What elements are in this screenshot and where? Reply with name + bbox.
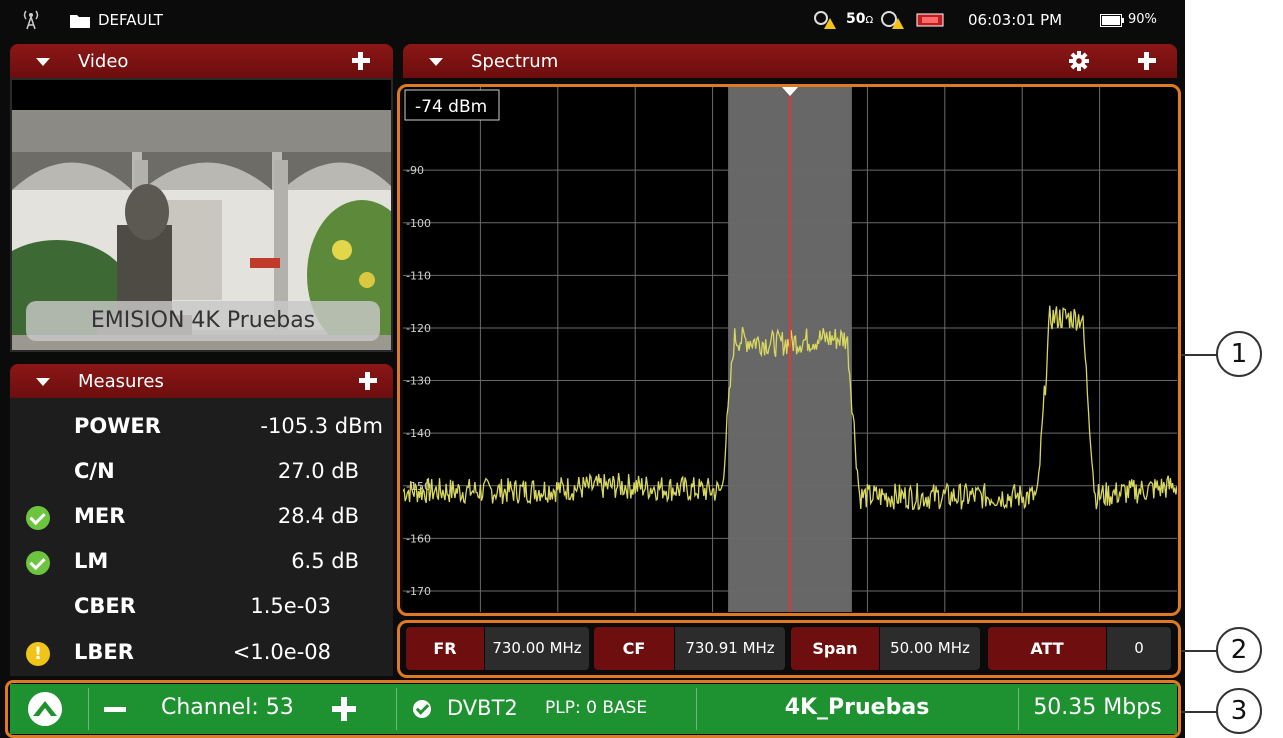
callout-2: 2 xyxy=(1216,627,1262,673)
channel-up-button[interactable] xyxy=(332,697,356,721)
standard-label: DVBT2 xyxy=(447,696,518,720)
measure-row-cn: C/N 27.0 dB xyxy=(10,449,393,493)
measure-value: 28.4 dB xyxy=(277,504,359,528)
measure-row-mer: MER 28.4 dB xyxy=(10,494,393,538)
service-name[interactable]: 4K_Pruebas xyxy=(696,695,1018,720)
measure-value: 1.5e-03 xyxy=(250,594,331,618)
battery-icon xyxy=(1100,14,1124,27)
param-value-span[interactable]: 50.00 MHz xyxy=(880,627,980,670)
lnb-warning-icon xyxy=(881,11,904,29)
measures-panel-header[interactable]: Measures xyxy=(10,364,393,398)
param-label-cf[interactable]: CF xyxy=(594,627,674,670)
collapse-triangle-icon[interactable] xyxy=(36,58,50,66)
collapse-triangle-icon[interactable] xyxy=(36,378,50,386)
collapse-triangle-icon[interactable] xyxy=(429,58,443,66)
measure-name: C/N xyxy=(74,459,115,483)
battery-level: 90% xyxy=(1128,12,1157,27)
measure-name: MER xyxy=(74,504,126,528)
channel-down-button[interactable] xyxy=(104,707,126,712)
measure-row-power: POWER -105.3 dBm xyxy=(10,404,393,448)
bitrate: 50.35 Mbps xyxy=(1033,695,1162,720)
param-label-att[interactable]: ATT xyxy=(988,627,1106,670)
callout-line xyxy=(1181,354,1217,356)
measure-value: <1.0e-08 xyxy=(232,640,331,664)
service-caption: EMISION 4K Pruebas xyxy=(26,301,380,341)
plp-label[interactable]: PLP: 0 BASE xyxy=(545,698,647,718)
clock: 06:03:01 PM xyxy=(968,11,1063,29)
callout-line xyxy=(1181,650,1217,652)
measure-row-cber: CBER 1.5e-03 xyxy=(10,584,393,628)
measure-value: -105.3 dBm xyxy=(260,414,383,438)
measures-panel-title: Measures xyxy=(78,371,164,392)
measure-row-lber: ! LBER <1.0e-08 xyxy=(10,630,393,674)
impedance-unit: Ω xyxy=(865,15,874,26)
separator xyxy=(396,688,397,730)
callout-3: 3 xyxy=(1216,688,1262,734)
video-preview: EMISION 4K Pruebas xyxy=(10,78,393,352)
measure-name: LBER xyxy=(74,640,134,664)
spectrum-highlight-frame xyxy=(397,84,1181,616)
measure-value: 27.0 dB xyxy=(277,459,359,483)
param-label-span[interactable]: Span xyxy=(791,627,879,670)
spectrum-panel-title: Spectrum xyxy=(471,51,559,72)
gps-warning-icon xyxy=(814,11,836,29)
impedance-value: 50 xyxy=(846,11,866,27)
spectrum-panel-header[interactable]: Spectrum xyxy=(403,44,1177,78)
param-value-cf[interactable]: 730.91 MHz xyxy=(675,627,785,670)
check-ok-icon xyxy=(26,506,50,530)
param-value-fr[interactable]: 730.00 MHz xyxy=(485,627,589,670)
measure-name: CBER xyxy=(74,594,136,618)
measure-name: POWER xyxy=(74,414,161,438)
status-bar: DEFAULT 50Ω 06:03:01 PM 90% xyxy=(0,0,1185,40)
channel-label[interactable]: Channel: 53 xyxy=(161,695,294,720)
profile-name[interactable]: DEFAULT xyxy=(98,11,163,29)
callout-1: 1 xyxy=(1216,331,1262,377)
channel-bar: Channel: 53 DVBT2 PLP: 0 BASE 4K_Pruebas… xyxy=(10,684,1177,734)
measure-value: 6.5 dB xyxy=(291,549,359,573)
check-ok-icon xyxy=(26,551,50,575)
lock-ok-icon xyxy=(413,700,431,718)
measure-name: LM xyxy=(74,549,109,573)
video-panel-header[interactable]: Video xyxy=(10,44,393,78)
brand-logo-icon[interactable] xyxy=(28,692,62,726)
add-icon[interactable] xyxy=(357,370,379,392)
antenna-icon xyxy=(23,10,39,30)
param-value-att[interactable]: 0 xyxy=(1107,627,1171,670)
measure-row-lm: LM 6.5 dB xyxy=(10,539,393,583)
warning-icon: ! xyxy=(26,642,50,666)
folder-icon[interactable] xyxy=(70,13,90,28)
add-icon[interactable] xyxy=(1136,50,1158,72)
add-icon[interactable] xyxy=(350,50,372,72)
separator xyxy=(88,688,89,730)
gear-icon[interactable] xyxy=(1069,51,1089,71)
impedance-indicator: 50Ω xyxy=(846,11,873,31)
measures-list: POWER -105.3 dBm C/N 27.0 dB MER 28.4 dB… xyxy=(10,398,393,676)
analyzer-screen: DEFAULT 50Ω 06:03:01 PM 90% Video EMISIO… xyxy=(0,0,1185,738)
video-panel-title: Video xyxy=(78,51,129,72)
recording-icon xyxy=(916,13,944,27)
callout-line xyxy=(1181,711,1217,713)
param-label-fr[interactable]: FR xyxy=(406,627,484,670)
